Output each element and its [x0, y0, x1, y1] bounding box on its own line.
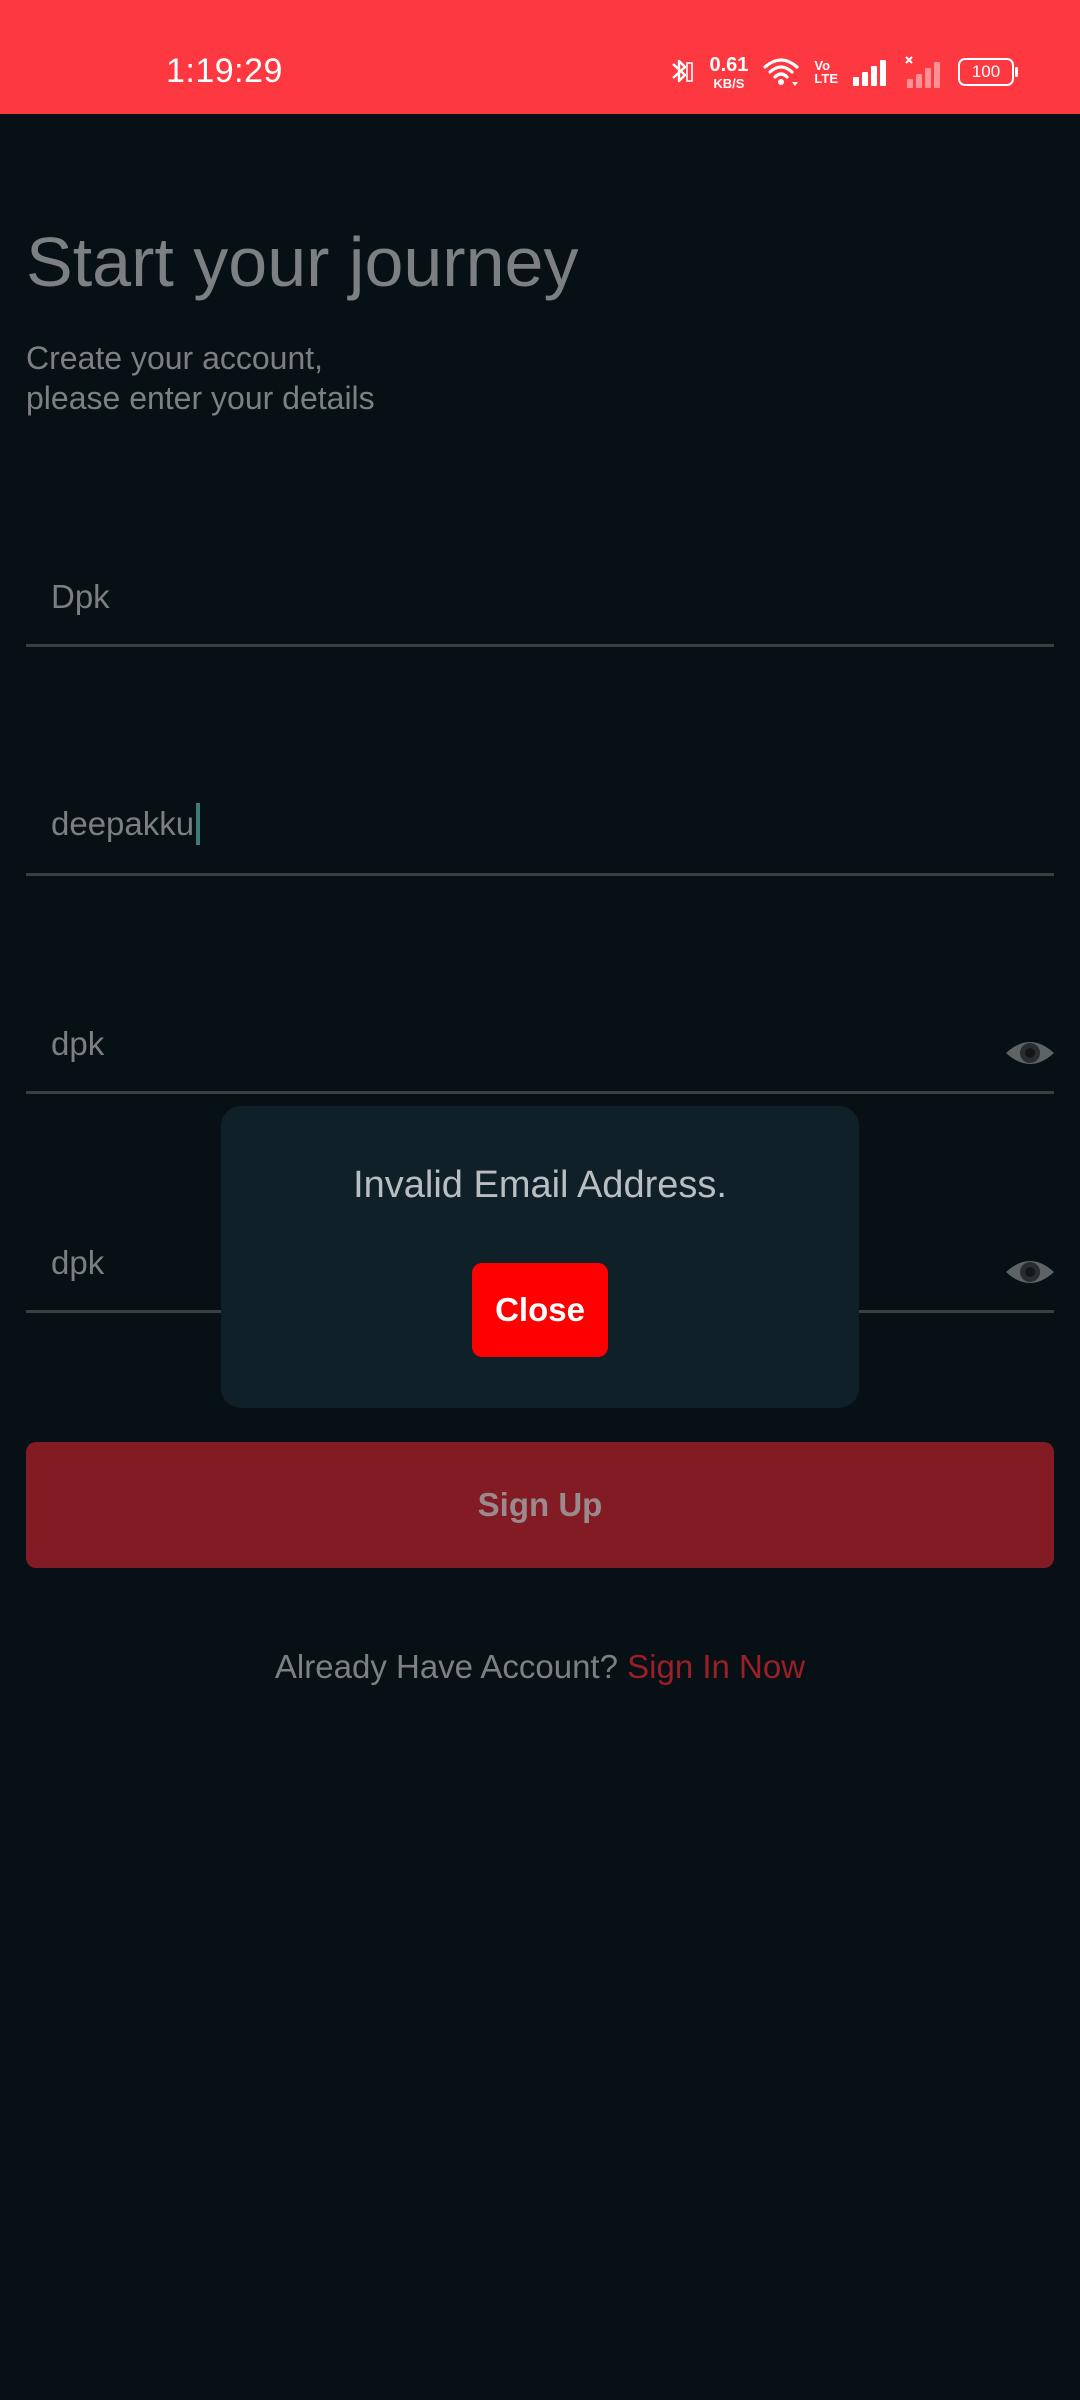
signup-screen: 1:19:29 0.61 KB/S Vo LTE 100 Start your …	[0, 0, 1080, 2400]
eye-icon[interactable]	[1004, 1252, 1056, 1292]
volte-indicator: Vo LTE	[814, 59, 838, 85]
subtitle-line-2: please enter your details	[26, 380, 375, 416]
page-subtitle: Create your account, please enter your d…	[26, 338, 375, 418]
sign-in-prompt: Already Have Account?	[274, 1648, 618, 1685]
password-field[interactable]: dpk	[26, 1001, 1054, 1094]
volte-bottom: LTE	[814, 71, 838, 86]
eye-icon[interactable]	[1004, 1033, 1056, 1073]
sign-in-row: Already Have Account? Sign In Now	[0, 1648, 1080, 1686]
bluetooth-icon	[672, 59, 694, 83]
signal-icon	[853, 60, 886, 86]
network-speed-unit: KB/S	[713, 75, 745, 91]
email-field-value: deepakku	[51, 805, 195, 842]
close-button[interactable]: Close	[472, 1263, 608, 1357]
sign-up-button[interactable]: Sign Up	[26, 1442, 1054, 1568]
name-field-value: Dpk	[51, 578, 110, 615]
status-bar: 1:19:29 0.61 KB/S Vo LTE 100	[0, 0, 1080, 114]
network-speed-value: 0.61	[709, 53, 749, 76]
error-dialog: Invalid Email Address. Close	[221, 1106, 859, 1408]
error-message: Invalid Email Address.	[353, 1164, 727, 1206]
sign-in-link[interactable]: Sign In Now	[627, 1648, 805, 1685]
battery-icon: 100	[958, 58, 1018, 86]
confirm-password-field-value: dpk	[51, 1244, 105, 1281]
email-field[interactable]: deepakku	[26, 783, 1054, 876]
page-title: Start your journey	[26, 223, 579, 301]
name-field[interactable]: Dpk	[26, 554, 1054, 647]
network-speed: 0.61 KB/S	[709, 55, 748, 90]
text-cursor	[196, 803, 201, 845]
status-icons: 0.61 KB/S Vo LTE 100	[665, 50, 1018, 94]
wifi-icon	[763, 58, 800, 86]
signal-no-service-icon	[905, 56, 940, 88]
email-field-content: deepakku	[51, 803, 201, 845]
subtitle-line-1: Create your account,	[26, 340, 324, 376]
password-field-value: dpk	[51, 1025, 105, 1062]
status-time: 1:19:29	[166, 52, 283, 90]
